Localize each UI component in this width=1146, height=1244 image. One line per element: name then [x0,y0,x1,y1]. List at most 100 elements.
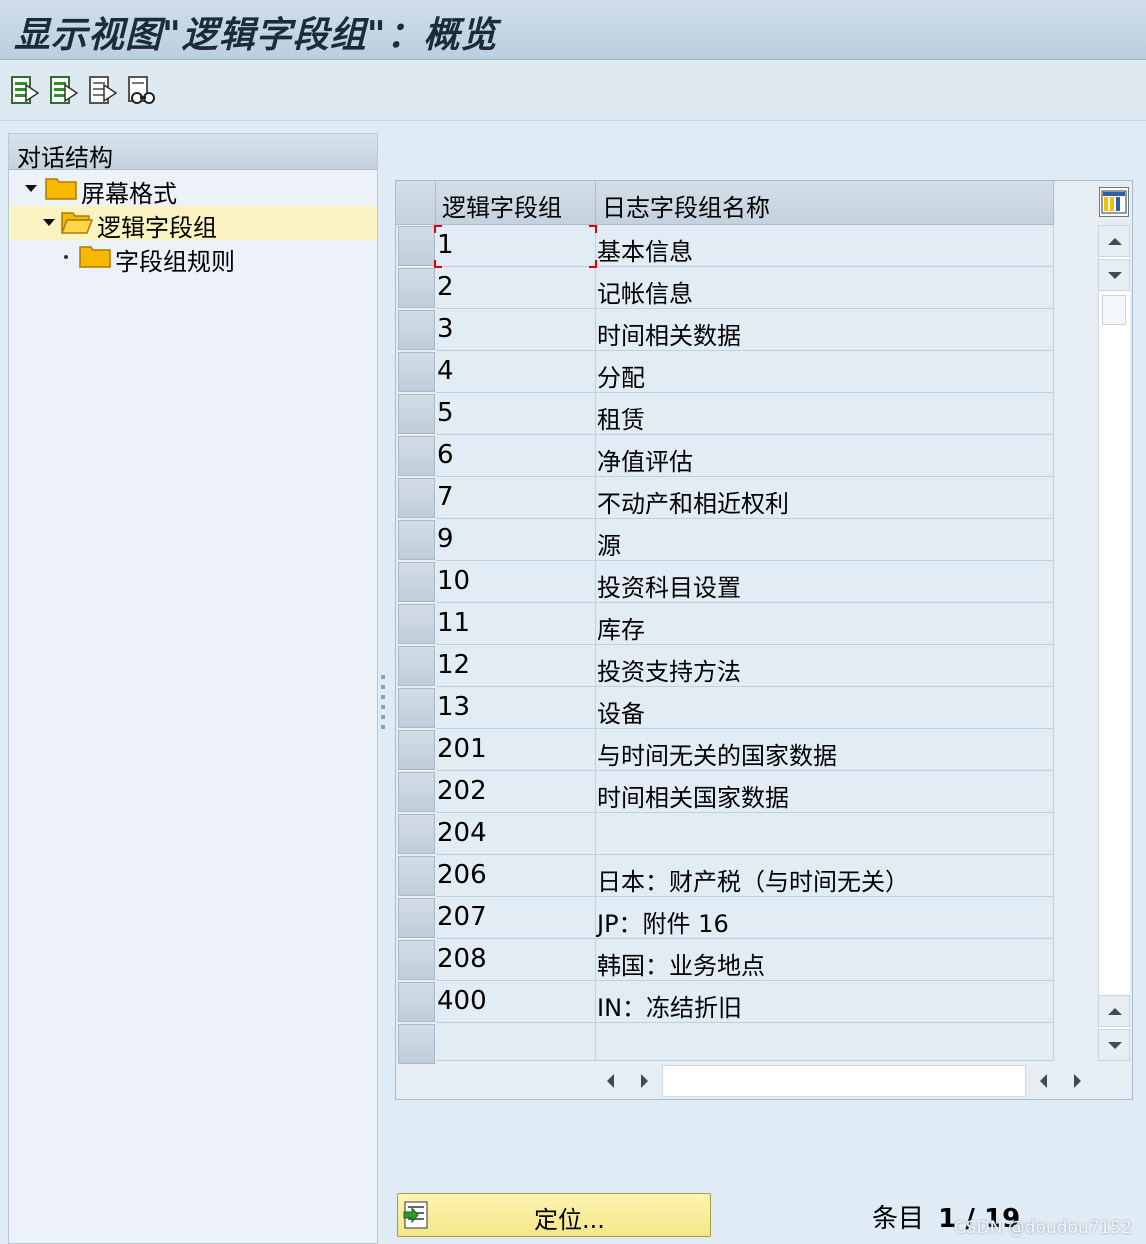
log-field-group-name-cell[interactable]: 日本：财产税（与时间无关） [596,855,1054,897]
log-field-group-name-cell[interactable]: 与时间无关的国家数据 [596,729,1054,771]
scroll-down-button[interactable] [1098,259,1130,291]
row-selector[interactable] [398,394,435,434]
entries-label: 条目 [872,1204,925,1234]
tree-item-label: 屏幕格式 [81,180,177,208]
choose-icon[interactable] [10,75,40,107]
row-selector[interactable] [398,268,435,308]
tree-item-screen-format[interactable]: 屏幕格式 [9,172,377,208]
row-selector[interactable] [398,940,435,980]
logical-field-group-cell[interactable]: 3 [436,309,596,351]
row-selector[interactable] [398,1024,435,1064]
logical-field-group-cell[interactable]: 12 [436,645,596,687]
row-selector[interactable] [398,478,435,518]
log-field-group-name-cell[interactable] [596,813,1054,855]
save-as-variant-icon[interactable] [49,75,79,107]
log-field-group-name-cell[interactable]: 不动产和相近权利 [596,477,1054,519]
row-selector[interactable] [398,898,435,938]
log-field-group-name-cell[interactable]: 基本信息 [596,225,1054,267]
logical-field-group-cell[interactable]: 208 [436,939,596,981]
logical-field-group-cell[interactable]: 1 [436,225,596,267]
row-selector[interactable] [398,730,435,770]
empty-cell[interactable] [436,1023,596,1061]
tree-item-field-group-rules[interactable]: 字段组规则 [9,240,377,276]
application-toolbar [0,61,1146,121]
scroll-left-button[interactable] [596,1065,628,1097]
row-selector[interactable] [398,688,435,728]
log-field-group-name-cell[interactable]: 时间相关数据 [596,309,1054,351]
page-down-button[interactable] [1098,1029,1130,1061]
vertical-scrollbar[interactable] [1098,225,1130,1061]
details-icon[interactable] [88,75,118,107]
log-field-group-name-cell[interactable]: 时间相关国家数据 [596,771,1054,813]
row-selector[interactable] [398,856,435,896]
row-selector[interactable] [398,436,435,476]
row-selector[interactable] [398,604,435,644]
logical-field-group-cell[interactable]: 13 [436,687,596,729]
column-header-log-field-group-name[interactable]: 日志字段组名称 [596,181,1054,225]
log-field-group-name-cell[interactable]: 分配 [596,351,1054,393]
logical-field-group-cell[interactable]: 5 [436,393,596,435]
column-header-logical-field-group[interactable]: 逻辑字段组 [436,181,596,225]
log-field-group-name-cell[interactable]: IN：冻结折旧 [596,981,1054,1023]
select-all-header[interactable] [396,181,436,225]
row-selector[interactable] [398,352,435,392]
folder-icon [79,246,111,268]
horizontal-scrollbar[interactable] [662,1065,1026,1097]
row-selector[interactable] [398,646,435,686]
expand-arrow-icon[interactable] [43,219,55,226]
chevron-up-icon [1108,1008,1122,1015]
log-field-group-name-cell[interactable]: 净值评估 [596,435,1054,477]
window-title: 显示视图"逻辑字段组"：概览 [14,14,498,56]
log-field-group-name-cell[interactable]: 韩国：业务地点 [596,939,1054,981]
position-icon [403,1201,428,1229]
empty-cell[interactable] [596,1023,1054,1061]
scroll-up-button[interactable] [1098,225,1130,257]
position-button[interactable]: 定位... [397,1193,711,1237]
tree-item-label: 逻辑字段组 [97,214,217,242]
log-field-group-name-cell[interactable]: 投资科目设置 [596,561,1054,603]
logical-field-group-cell[interactable]: 204 [436,813,596,855]
chevron-left-icon [1040,1074,1047,1088]
column-configuration-icon[interactable] [1099,187,1129,217]
row-selector[interactable] [398,562,435,602]
tree-item-logical-field-group[interactable]: 逻辑字段组 [9,206,377,242]
log-field-group-name-cell[interactable]: 记帐信息 [596,267,1054,309]
find-icon[interactable] [127,75,157,107]
page-up-button[interactable] [1098,995,1130,1027]
logical-field-group-cell[interactable]: 206 [436,855,596,897]
table-control: 逻辑字段组 日志字段组名称 1 基本信息 2 记帐信息 3 时间相关数据 4 分配 5 租赁 6 净值… [395,180,1133,1100]
logical-field-group-cell[interactable]: 4 [436,351,596,393]
logical-field-group-cell[interactable]: 202 [436,771,596,813]
log-field-group-name-cell[interactable]: 库存 [596,603,1054,645]
chevron-right-icon [1074,1074,1081,1088]
log-field-group-name-cell[interactable]: 设备 [596,687,1054,729]
scroll-right-button[interactable] [629,1065,661,1097]
logical-field-group-cell[interactable]: 11 [436,603,596,645]
log-field-group-name-cell[interactable]: 源 [596,519,1054,561]
logical-field-group-cell[interactable]: 400 [436,981,596,1023]
row-selector[interactable] [398,982,435,1022]
logical-field-group-cell[interactable]: 201 [436,729,596,771]
logical-field-group-cell[interactable]: 207 [436,897,596,939]
logical-field-group-cell[interactable]: 2 [436,267,596,309]
row-selector[interactable] [398,772,435,812]
row-selector[interactable] [398,310,435,350]
log-field-group-name-cell[interactable]: JP：附件 16 [596,897,1054,939]
scroll-left-end-button[interactable] [1029,1065,1061,1097]
logical-field-group-cell[interactable]: 7 [436,477,596,519]
pane-splitter[interactable] [380,675,386,735]
dialog-structure-heading: 对话结构 [9,134,377,172]
position-button-label: 定位... [534,1206,605,1234]
chevron-down-icon [1108,272,1122,279]
expand-arrow-icon[interactable] [25,185,37,192]
logical-field-group-cell[interactable]: 9 [436,519,596,561]
logical-field-group-cell[interactable]: 6 [436,435,596,477]
row-selector[interactable] [398,814,435,854]
row-selector[interactable] [398,226,435,266]
row-selector[interactable] [398,520,435,560]
scroll-thumb[interactable] [1102,295,1126,325]
scroll-right-end-button[interactable] [1062,1065,1094,1097]
logical-field-group-cell[interactable]: 10 [436,561,596,603]
log-field-group-name-cell[interactable]: 租赁 [596,393,1054,435]
log-field-group-name-cell[interactable]: 投资支持方法 [596,645,1054,687]
